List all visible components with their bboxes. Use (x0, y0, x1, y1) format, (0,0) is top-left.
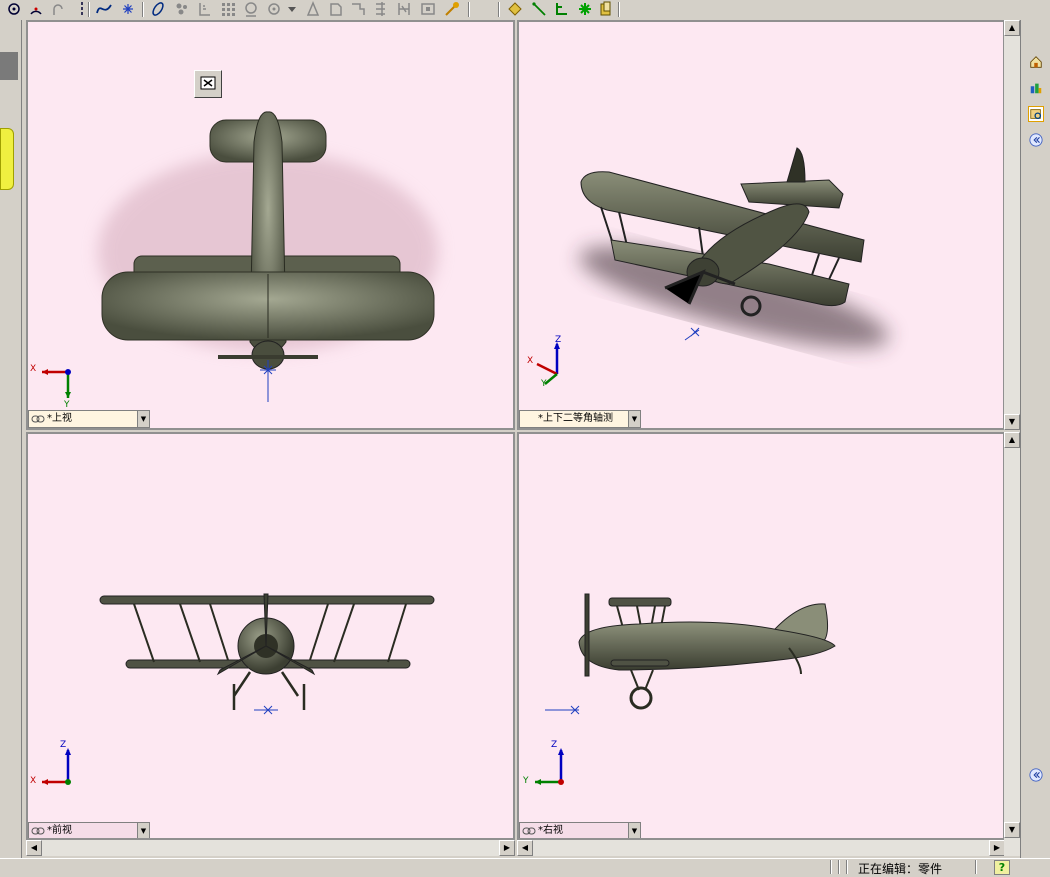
scroll-right-button[interactable]: ▶ (989, 840, 1005, 856)
airplane-right-view (545, 593, 836, 715)
relation-icon[interactable] (507, 1, 523, 17)
panel-splitter[interactable] (0, 52, 18, 80)
repair-icon[interactable] (554, 1, 570, 17)
spline-icon[interactable] (96, 1, 112, 17)
toolbar-separator (142, 2, 144, 17)
status-separator (975, 860, 977, 874)
mirror-icon[interactable] (220, 1, 236, 17)
file-explorer-icon[interactable] (1028, 106, 1044, 122)
close-button[interactable] (194, 70, 222, 98)
chevron-down-icon[interactable] (284, 1, 300, 17)
viewport-top[interactable]: X Y *上视 ▼ (26, 20, 515, 430)
viewport-isometric[interactable]: Z X Y *上下二等角轴测 ▼ (517, 20, 1005, 430)
scroll-down-button[interactable]: ▼ (1004, 414, 1020, 430)
scroll-down-button[interactable]: ▼ (1004, 822, 1020, 838)
airplane-front-view (99, 593, 435, 715)
help-button[interactable]: ? (994, 860, 1010, 875)
view-name-label: *上视 (47, 413, 72, 424)
triad-icon (42, 369, 71, 398)
link-icon (31, 827, 45, 835)
point-icon[interactable] (120, 1, 136, 17)
chevron-down-icon[interactable]: ▼ (137, 411, 149, 427)
axis-y-label: Y (541, 379, 547, 389)
status-bar: 正在编辑：零件 ? (0, 858, 1050, 876)
axis-z-label: Z (551, 740, 558, 750)
scroll-up-button[interactable]: ▲ (1004, 432, 1020, 448)
axis-y-label: Y (64, 400, 70, 410)
horizontal-scrollbar[interactable]: ◀ ▶ (517, 840, 1005, 856)
view-name-label: *右视 (538, 825, 563, 836)
close-icon (200, 76, 216, 90)
viewport-right[interactable]: Z Y *右视 ▼ (517, 432, 1005, 840)
collapse-left-icon[interactable] (1028, 132, 1044, 148)
status-separator (838, 860, 840, 874)
toolbar-separator (88, 2, 90, 17)
property-tab[interactable] (0, 128, 14, 190)
block-icon[interactable] (598, 1, 614, 17)
offset-icon[interactable] (243, 1, 259, 17)
move-icon[interactable] (350, 1, 366, 17)
link-icon (31, 415, 45, 423)
toolbar-separator (498, 2, 500, 17)
horizontal-scrollbar[interactable]: ◀ ▶ (26, 840, 515, 856)
axis-z-label: Z (60, 740, 67, 750)
view-name-dropdown[interactable]: *上下二等角轴测 ▼ (519, 410, 641, 428)
extend-icon[interactable] (328, 1, 344, 17)
tangent-arc-icon[interactable] (50, 1, 66, 17)
trim-icon[interactable] (305, 1, 321, 17)
link-icon (522, 827, 536, 835)
scroll-right-button[interactable]: ▶ (499, 840, 515, 856)
arc-icon[interactable] (28, 1, 44, 17)
linear-pattern-icon[interactable] (197, 1, 213, 17)
chevron-down-icon[interactable]: ▼ (628, 823, 640, 838)
ellipse-icon[interactable] (150, 1, 166, 17)
collapse-left-icon[interactable] (1028, 767, 1044, 783)
smart-dimension-icon[interactable] (174, 1, 190, 17)
view-name-label: *上下二等角轴测 (538, 413, 613, 424)
viewport-front[interactable]: Z X *前视 ▼ (26, 432, 515, 840)
view-name-dropdown[interactable]: *前视 ▼ (28, 822, 150, 838)
editing-status: 正在编辑：零件 (858, 862, 943, 876)
scroll-left-button[interactable]: ◀ (26, 840, 42, 856)
toolbar-separator (468, 2, 470, 17)
vertical-scrollbar[interactable]: ▲ ▼ (1004, 20, 1020, 430)
chevron-down-icon[interactable]: ▼ (628, 411, 640, 427)
sketch-toolbar (0, 0, 1050, 20)
copy-icon[interactable] (396, 1, 412, 17)
view-name-dropdown[interactable]: *右视 ▼ (519, 822, 641, 838)
axis-x-label: X (527, 356, 534, 366)
axis-x-label: X (30, 364, 37, 374)
axis-x-label: X (30, 776, 37, 786)
asterisk-icon[interactable] (577, 1, 593, 17)
toolbar-separator (618, 2, 620, 17)
home-icon[interactable] (1028, 54, 1044, 70)
axis-y-label: Y (523, 776, 529, 786)
status-separator (830, 860, 832, 874)
convert-icon[interactable] (266, 1, 282, 17)
chevron-down-icon[interactable]: ▼ (137, 823, 149, 838)
line-icon[interactable] (444, 1, 460, 17)
airplane-iso-view (579, 147, 889, 348)
planar-icon[interactable] (420, 1, 436, 17)
status-separator (846, 860, 848, 874)
vertical-scrollbar[interactable]: ▲ ▼ (1004, 432, 1020, 856)
view-name-label: *前视 (47, 825, 72, 836)
rotate-icon[interactable] (373, 1, 389, 17)
view-name-dropdown[interactable]: *上视 ▼ (28, 410, 150, 428)
scroll-left-button[interactable]: ◀ (517, 840, 533, 856)
axis-z-label: Z (555, 335, 562, 345)
display-relation-icon[interactable] (531, 1, 547, 17)
triad-icon (42, 748, 71, 785)
airplane-top-view (98, 111, 438, 402)
triad-icon (535, 748, 564, 785)
scroll-up-button[interactable]: ▲ (1004, 20, 1020, 36)
sketch-point-icon[interactable] (6, 1, 22, 17)
design-library-icon[interactable] (1028, 80, 1044, 96)
